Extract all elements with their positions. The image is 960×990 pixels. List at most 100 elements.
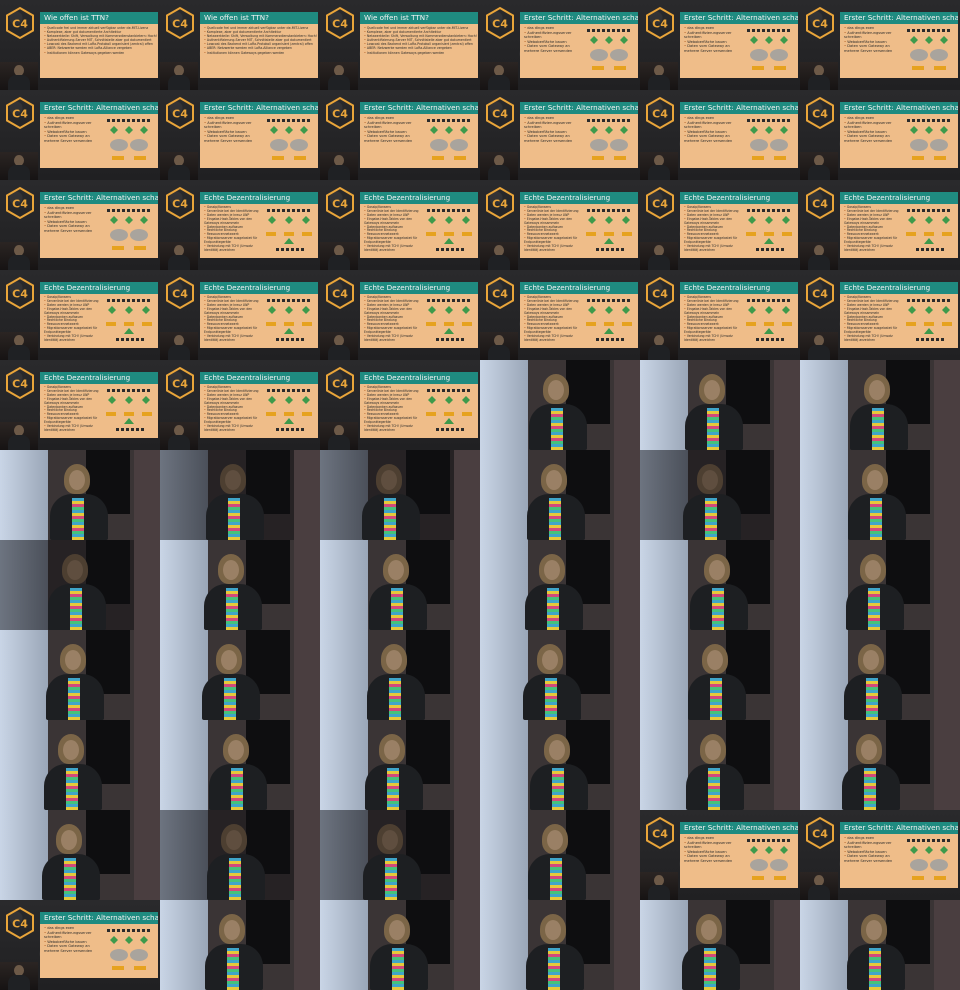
logo-text: C4 [812, 108, 828, 121]
speaker-video-thumbnail[interactable] [0, 540, 160, 630]
speaker-video-thumbnail[interactable] [0, 450, 160, 540]
slide-thumbnail[interactable]: C4 Echte DezentralisierungGossip/KonsensS… [800, 180, 960, 270]
speaker-video-thumbnail[interactable] [320, 630, 480, 720]
speaker-video-thumbnail[interactable] [640, 720, 800, 810]
c4-logo-icon: C4 [806, 96, 834, 130]
speaker-video-thumbnail[interactable] [160, 450, 320, 540]
speaker-video-thumbnail[interactable] [0, 630, 160, 720]
slide-bullet: Authentifizierungsserver schreiben [844, 121, 896, 130]
slide-thumbnail[interactable]: C4 Erster Schritt: Alternativen schaffen d… [800, 810, 960, 900]
speaker-video-thumbnail[interactable] [480, 900, 640, 990]
speaker-video-thumbnail[interactable] [800, 450, 960, 540]
c4-logo-icon: C4 [326, 96, 354, 130]
lit-wall [640, 540, 688, 630]
slide-thumbnail[interactable]: C4 Echte DezentralisierungGossip/KonsensS… [320, 270, 480, 360]
slide-diagram [104, 118, 154, 164]
slide-thumbnail[interactable]: C4 Echte DezentralisierungGossip/KonsensS… [320, 180, 480, 270]
slide-title: Echte Dezentralisierung [680, 192, 798, 204]
speaker [523, 462, 587, 540]
speaker-video-thumbnail[interactable] [480, 630, 640, 720]
slide-title: Wie offen ist TTN? [360, 12, 478, 24]
speaker-video-thumbnail[interactable] [160, 810, 320, 900]
speaker-video-thumbnail[interactable] [320, 810, 480, 900]
speaker-video-thumbnail[interactable] [0, 720, 160, 810]
slide-thumbnail[interactable]: C4 Erster Schritt: Alternativen schaffen d… [640, 0, 800, 90]
speaker-body [328, 435, 350, 450]
speaker-video-thumbnail[interactable] [800, 540, 960, 630]
slide-thumbnail[interactable]: C4 Erster Schritt: Alternativen schaffen d… [0, 900, 160, 990]
speaker [203, 822, 267, 900]
speaker-video-thumbnail[interactable] [320, 720, 480, 810]
network-diagram [907, 839, 950, 880]
speaker-video-thumbnail[interactable] [480, 540, 640, 630]
speaker-video-thumbnail[interactable] [160, 630, 320, 720]
slide-thumbnail[interactable]: C4 Echte DezentralisierungGossip/KonsensS… [480, 270, 640, 360]
slide-thumbnail[interactable]: C4 Erster Schritt: Alternativen schaffen d… [800, 90, 960, 180]
slide-thumbnail[interactable]: C4 Echte DezentralisierungGossip/KonsensS… [640, 270, 800, 360]
speaker-video-thumbnail[interactable] [160, 540, 320, 630]
speaker-video-thumbnail[interactable] [480, 360, 640, 450]
speaker-face [384, 740, 400, 760]
speaker-body [8, 435, 30, 450]
logo-text: C4 [332, 18, 348, 31]
slide-thumbnail[interactable]: C4 Echte DezentralisierungGossip/KonsensS… [640, 180, 800, 270]
slide-thumbnail[interactable]: C4 Erster Schritt: Alternativen schaffen d… [800, 0, 960, 90]
slide-thumbnail[interactable]: C4 Wie offen ist TTN? Quellcode frei und i… [0, 0, 160, 90]
speaker-face [69, 470, 85, 490]
speaker-video-thumbnail[interactable] [160, 900, 320, 990]
slide-thumbnail[interactable]: C4 Erster Schritt: Alternativen schaffen d… [0, 90, 160, 180]
slide-thumbnail[interactable]: C4 Echte DezentralisierungGossip/KonsensS… [480, 180, 640, 270]
speaker-video-thumbnail[interactable] [320, 900, 480, 990]
logo-text: C4 [12, 18, 28, 31]
slide-thumbnail[interactable]: C4 Erster Schritt: Alternativen schaffen d… [480, 90, 640, 180]
speaker-camera-inset [480, 62, 518, 90]
slide-thumbnail[interactable]: C4 Echte DezentralisierungGossip/KonsensS… [160, 270, 320, 360]
speaker-video-thumbnail[interactable] [640, 900, 800, 990]
slide-diagram [744, 298, 794, 344]
speaker-video-thumbnail[interactable] [320, 450, 480, 540]
speaker-video-thumbnail[interactable] [320, 540, 480, 630]
slide-thumbnail[interactable]: C4 Erster Schritt: Alternativen schaffen d… [640, 90, 800, 180]
speaker-video-thumbnail[interactable] [160, 720, 320, 810]
slide-thumbnail[interactable]: C4 Echte DezentralisierungGossip/KonsensS… [160, 180, 320, 270]
speaker-video-thumbnail[interactable] [640, 540, 800, 630]
speaker-video-thumbnail[interactable] [800, 630, 960, 720]
speaker-video-thumbnail[interactable] [0, 810, 160, 900]
slide-thumbnail[interactable]: C4 Erster Schritt: Alternativen schaffen d… [0, 180, 160, 270]
speaker-video-thumbnail[interactable] [800, 360, 960, 450]
slide-bullet: Verbindung mit TCH! (Umsatz Identität) a… [204, 244, 260, 253]
slide-thumbnail[interactable]: C4 Wie offen ist TTN? Quellcode frei und i… [160, 0, 320, 90]
slide-thumbnail[interactable]: C4 Echte DezentralisierungGossip/KonsensS… [160, 360, 320, 450]
speaker-video-thumbnail[interactable] [480, 720, 640, 810]
slide-thumbnail[interactable]: C4 Erster Schritt: Alternativen schaffen d… [480, 0, 640, 90]
slide-title: Echte Dezentralisierung [200, 192, 318, 204]
slide-thumbnail[interactable]: C4 Erster Schritt: Alternativen schaffen d… [160, 90, 320, 180]
speaker-video-thumbnail[interactable] [640, 360, 800, 450]
slide-title: Erster Schritt: Alternativen schaffen [40, 912, 158, 924]
slide-title: Echte Dezentralisierung [520, 192, 638, 204]
speaker-video-thumbnail[interactable] [640, 630, 800, 720]
speaker-video-thumbnail[interactable] [480, 450, 640, 540]
lit-wall [800, 450, 848, 540]
speaker-face [545, 920, 561, 940]
logo-text: C4 [172, 378, 188, 391]
speaker-video-thumbnail[interactable] [800, 900, 960, 990]
slide-thumbnail[interactable]: C4 Echte DezentralisierungGossip/KonsensS… [0, 270, 160, 360]
slide-thumbnail[interactable]: C4 Echte DezentralisierungGossip/KonsensS… [320, 360, 480, 450]
speaker-video-thumbnail[interactable] [640, 450, 800, 540]
speaker-body [808, 165, 830, 180]
slide-thumbnail[interactable]: C4 Erster Schritt: Alternativen schaffen d… [640, 810, 800, 900]
slide-bullet: Verbindung mit TCH! (Umsatz Identität) a… [684, 334, 740, 343]
speaker-video-thumbnail[interactable] [480, 810, 640, 900]
c4-logo-icon: C4 [6, 276, 34, 310]
slide-thumbnail[interactable]: C4 Wie offen ist TTN? Quellcode frei und i… [320, 0, 480, 90]
slide-thumbnail[interactable]: C4 Echte DezentralisierungGossip/KonsensS… [0, 360, 160, 450]
speaker-body [648, 255, 670, 270]
slide-bullet-list: Gossip/KonsensServerlinie bei der Identi… [680, 205, 740, 253]
speaker-video-thumbnail[interactable] [800, 720, 960, 810]
slide-thumbnail[interactable]: C4 Erster Schritt: Alternativen schaffen d… [320, 90, 480, 180]
logo: C4 [163, 96, 197, 130]
speaker-body [168, 75, 190, 90]
slide-thumbnail[interactable]: C4 Echte DezentralisierungGossip/KonsensS… [800, 270, 960, 360]
speaker-shirt-print [870, 498, 882, 540]
